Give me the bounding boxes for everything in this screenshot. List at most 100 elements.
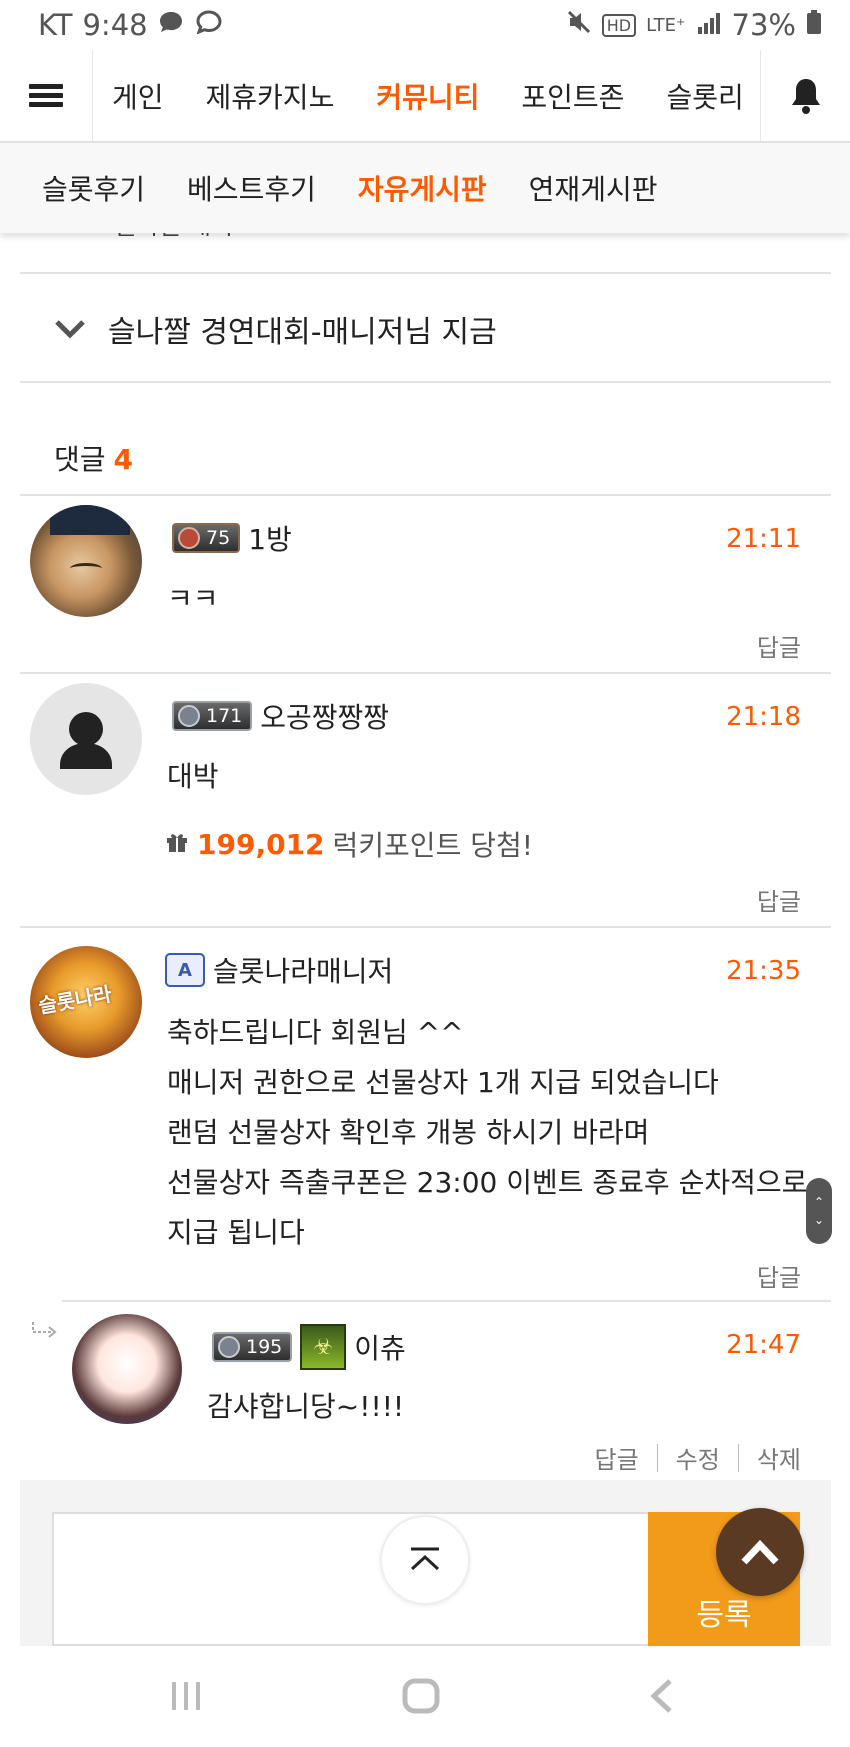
divider bbox=[737, 1443, 739, 1472]
reply-button[interactable]: 답글 bbox=[757, 628, 801, 663]
comment-time: 21:11 bbox=[726, 524, 801, 554]
nav-item-game[interactable]: 게인 bbox=[112, 76, 164, 116]
nav-item-partner-casino[interactable]: 제휴카지노 bbox=[206, 76, 335, 116]
recent-apps-button[interactable] bbox=[146, 1666, 226, 1726]
chevron-up-icon: ⌃ bbox=[813, 1195, 825, 1209]
level-number: 75 bbox=[206, 527, 231, 549]
lucky-point-reward: 199,012 럭키포인트 당첨! bbox=[165, 824, 533, 864]
level-gem-icon bbox=[218, 1336, 240, 1358]
delete-button[interactable]: 삭제 bbox=[757, 1440, 801, 1475]
admin-badge: A bbox=[165, 953, 205, 987]
battery-level: 73% bbox=[731, 8, 796, 42]
reply-button[interactable]: 답글 bbox=[757, 1258, 801, 1293]
comment-meta: 75 1방 bbox=[172, 518, 292, 558]
level-badge: 75 bbox=[172, 523, 241, 553]
chevron-down-icon: ⌄ bbox=[813, 1213, 825, 1227]
comment-line: 축하드립니다 회원님 ^^ bbox=[167, 1016, 464, 1049]
home-button[interactable] bbox=[381, 1666, 461, 1726]
edit-button[interactable]: 수정 bbox=[676, 1440, 720, 1475]
comment-line: 선물상자 즉출쿠폰은 23:00 이벤트 종료후 순차적으로 bbox=[167, 1166, 808, 1199]
level-number: 195 bbox=[246, 1336, 283, 1358]
status-bar: KT 9:48 HD LTE⁺ 73% bbox=[0, 0, 850, 50]
menu-button[interactable] bbox=[0, 50, 93, 141]
comment-time: 21:18 bbox=[726, 702, 801, 732]
level-badge: 195 bbox=[212, 1332, 293, 1362]
reply-arrow-icon bbox=[30, 1320, 58, 1346]
comment-line: 랜덤 선물상자 확인후 개봉 하시기 바라며 bbox=[167, 1116, 650, 1149]
comment-textarea[interactable] bbox=[52, 1512, 652, 1646]
username[interactable]: 1방 bbox=[248, 518, 292, 558]
gift-icon bbox=[165, 828, 189, 861]
divider bbox=[656, 1443, 658, 1472]
comment-item: 171 오공짱짱짱 21:18 대박 199,012 럭키포인트 당첨! 답글 bbox=[20, 672, 831, 926]
arrow-to-top-icon bbox=[410, 1547, 440, 1571]
network-type: LTE⁺ bbox=[646, 14, 686, 36]
bell-icon bbox=[791, 78, 820, 114]
system-nav-bar bbox=[0, 1646, 850, 1747]
avatar[interactable] bbox=[30, 505, 142, 617]
comment-body: 감샤합니당~!!!! bbox=[207, 1390, 405, 1423]
level-gem-icon bbox=[178, 705, 200, 727]
comment-item: 75 1방 21:11 ㅋㅋ 답글 bbox=[20, 494, 831, 672]
scroll-up-fab[interactable] bbox=[716, 1508, 804, 1596]
hamburger-icon bbox=[29, 80, 63, 111]
tab-free-board[interactable]: 자유게시판 bbox=[358, 168, 487, 208]
comment-body: 축하드립니다 회원님 ^^ 매니저 권한으로 선물상자 1개 지급 되었습니다 … bbox=[167, 1008, 807, 1258]
signal-icon bbox=[696, 8, 722, 42]
comment-meta: 171 오공짱짱짱 bbox=[172, 696, 389, 736]
comment-time: 21:47 bbox=[726, 1330, 801, 1360]
comments-count: 4 bbox=[113, 443, 134, 476]
talk-bubble-icon bbox=[194, 10, 222, 40]
chevron-up-icon bbox=[741, 1539, 779, 1565]
divider bbox=[20, 381, 831, 383]
top-nav: 게인 제휴카지노 커뮤니티 포인트존 슬롯리 bbox=[0, 50, 850, 143]
back-button[interactable] bbox=[622, 1666, 702, 1726]
recent-apps-icon bbox=[172, 1682, 200, 1710]
divider bbox=[20, 272, 831, 274]
tab-best-review[interactable]: 베스트후기 bbox=[187, 168, 316, 208]
comment-item: A 슬롯나라매니저 21:35 축하드립니다 회원님 ^^ 매니저 권한으로 선… bbox=[20, 926, 831, 1302]
tab-slot-review[interactable]: 슬롯후기 bbox=[42, 168, 145, 208]
reply-button[interactable]: 답글 bbox=[594, 1440, 638, 1475]
back-icon bbox=[650, 1679, 672, 1713]
top-nav-items: 게인 제휴카지노 커뮤니티 포인트존 슬롯리 bbox=[112, 50, 752, 141]
rank-icon: ☣ bbox=[300, 1324, 347, 1370]
reply-button[interactable]: 답글 bbox=[757, 882, 801, 917]
nav-item-point-zone[interactable]: 포인트존 bbox=[521, 76, 624, 116]
nav-item-community[interactable]: 커뮤니티 bbox=[376, 76, 479, 116]
scroll-top-button[interactable] bbox=[380, 1515, 470, 1605]
level-number: 171 bbox=[206, 705, 243, 727]
notification-button[interactable] bbox=[760, 50, 850, 141]
username[interactable]: 이츄 bbox=[354, 1327, 406, 1367]
home-icon bbox=[402, 1678, 440, 1714]
tab-series-board[interactable]: 연재게시판 bbox=[529, 168, 658, 208]
chat-bubble-icon bbox=[158, 10, 184, 40]
post-title-row[interactable]: 슬나짤 경연대회-매니저님 지금 bbox=[20, 276, 831, 382]
site-logo-avatar[interactable] bbox=[30, 946, 142, 1058]
user-icon bbox=[60, 712, 112, 769]
carrier: KT bbox=[38, 8, 73, 42]
comments-label: 댓글 bbox=[54, 443, 106, 476]
avatar[interactable] bbox=[30, 683, 142, 795]
chevron-down-icon bbox=[52, 311, 88, 347]
comment-line: 지급 됩니다 bbox=[167, 1216, 305, 1249]
comments-header: 댓글 4 bbox=[54, 438, 133, 478]
reply-comment-item: 195 ☣ 이츄 21:47 감샤합니당~!!!! 답글 수정 삭제 bbox=[62, 1300, 831, 1480]
board-tabs: 슬롯후기 베스트후기 자유게시판 연재게시판 bbox=[0, 143, 850, 233]
clock: 9:48 bbox=[82, 8, 148, 42]
comment-body: ㅋㅋ bbox=[167, 582, 219, 615]
comment-line: 매니저 권한으로 선물상자 1개 지급 되었습니다 bbox=[167, 1066, 719, 1099]
mute-icon bbox=[566, 9, 592, 41]
comment-time: 21:35 bbox=[726, 956, 801, 986]
level-gem-icon bbox=[178, 527, 200, 549]
reward-text: 럭키포인트 당첨! bbox=[332, 829, 533, 862]
post-title: 슬나짤 경연대회-매니저님 지금 bbox=[108, 315, 497, 350]
hd-badge: HD bbox=[601, 13, 637, 37]
username[interactable]: 슬롯나라매니저 bbox=[213, 950, 393, 990]
comment-actions: 답글 수정 삭제 bbox=[594, 1440, 801, 1475]
scroll-handle[interactable]: ⌃ ⌄ bbox=[806, 1178, 832, 1244]
nav-item-slot[interactable]: 슬롯리 bbox=[666, 76, 743, 116]
avatar[interactable] bbox=[72, 1314, 182, 1424]
comment-meta: A 슬롯나라매니저 bbox=[165, 950, 393, 990]
username[interactable]: 오공짱짱짱 bbox=[260, 696, 389, 736]
